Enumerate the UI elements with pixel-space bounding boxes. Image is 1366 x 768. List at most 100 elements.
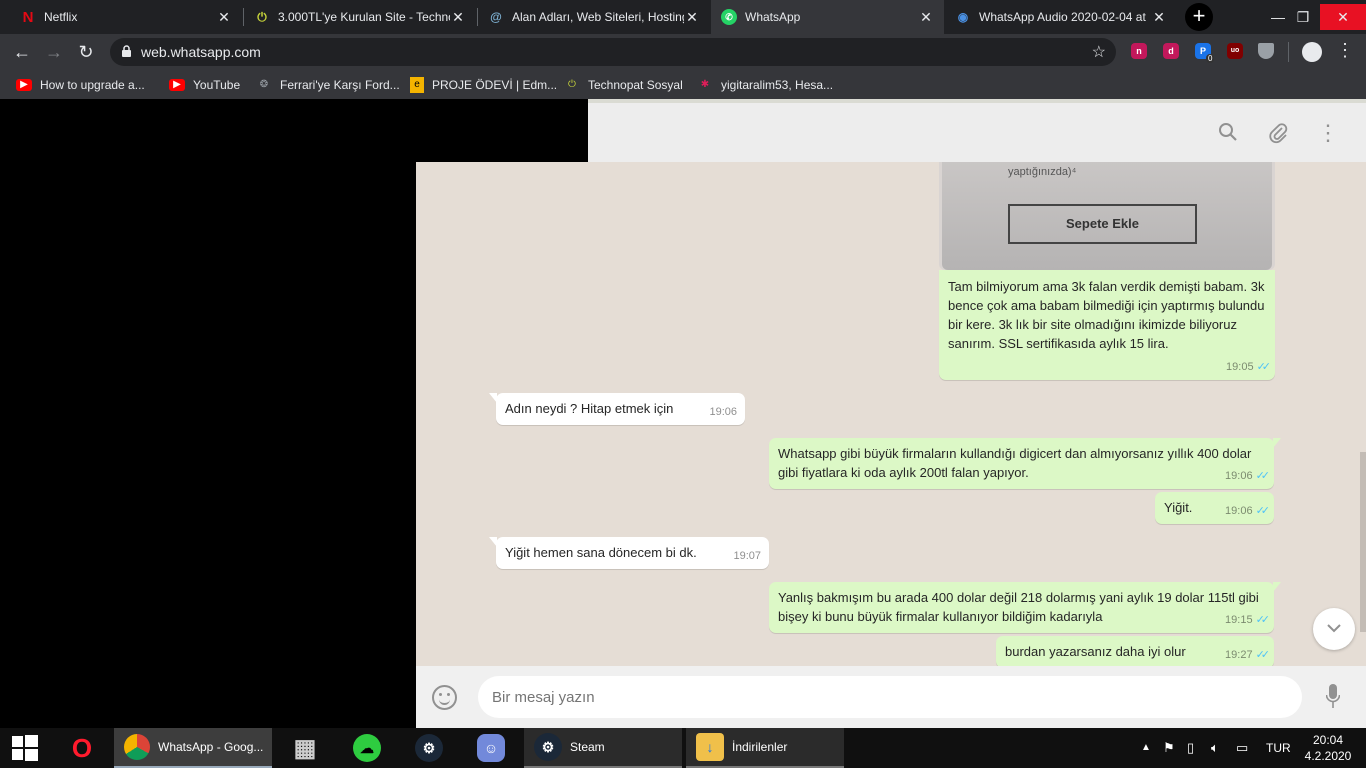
tab-hosting[interactable]: @ Alan Adları, Web Siteleri, Hosting ✕: [478, 0, 710, 34]
close-icon[interactable]: ✕: [918, 9, 934, 26]
system-clock[interactable]: 20:04 4.2.2020: [1298, 732, 1358, 764]
flag-icon[interactable]: ⚑: [1163, 740, 1175, 756]
discord-icon: ☺: [477, 734, 505, 762]
message-incoming[interactable]: Adın neydi ? Hitap etmek için 19:06: [489, 393, 745, 425]
chat-list-pane-top: [416, 99, 588, 162]
bookmark-item[interactable]: ⏻ Technopat Sosyal: [564, 70, 683, 99]
read-receipt-icon: ✓✓: [1255, 649, 1271, 661]
image-message[interactable]: yaptığınızda)⁴ Sepete Ekle: [939, 162, 1275, 270]
bookmark-label: PROJE ÖDEVİ | Edm...: [432, 77, 558, 92]
taskbar-label: WhatsApp - Goog...: [158, 740, 264, 754]
tab-title: Alan Adları, Web Siteleri, Hosting: [512, 10, 684, 24]
taskbar-app[interactable]: ▦: [282, 728, 328, 768]
bookmark-star-icon[interactable]: ☆: [1092, 42, 1106, 62]
message-text: Yiğit hemen sana dönecem bi dk.: [505, 545, 697, 560]
new-tab-button[interactable]: +: [1185, 3, 1213, 31]
building-icon: ▦: [293, 734, 317, 762]
chat-menu-icon[interactable]: ⋮: [1317, 122, 1339, 144]
message-text: Whatsapp gibi büyük firmaların kullandığ…: [778, 446, 1252, 480]
taskbar-downloads-window[interactable]: ↓ İndirilenler: [686, 728, 844, 768]
bubble-tail: [1273, 438, 1281, 448]
back-icon[interactable]: ←: [9, 39, 35, 65]
message-outgoing[interactable]: Whatsapp gibi büyük firmaların kullandığ…: [769, 438, 1281, 489]
scroll-to-bottom-button[interactable]: [1313, 608, 1355, 650]
tab-title: 3.000TL'ye Kurulan Site - Techno: [278, 10, 450, 24]
bookmark-item[interactable]: ❂ Ferrari'ye Karşı Ford...: [256, 70, 400, 99]
forward-icon[interactable]: →: [41, 39, 67, 65]
close-icon[interactable]: ✕: [684, 9, 700, 26]
taskbar-app[interactable]: ☁: [344, 728, 390, 768]
clock-time: 20:04: [1312, 733, 1344, 747]
close-icon[interactable]: ✕: [450, 9, 466, 26]
taskbar-steam[interactable]: ⚙: [406, 728, 452, 768]
message-meta: 19:06: [709, 403, 737, 422]
bookmark-item[interactable]: ✱ yigitaralim53, Hesa...: [697, 70, 833, 99]
close-icon[interactable]: ✕: [1151, 9, 1167, 26]
tab-technopat[interactable]: ⏻ 3.000TL'ye Kurulan Site - Techno ✕: [244, 0, 476, 34]
ublock-icon[interactable]: uo: [1227, 43, 1243, 59]
bookmark-item[interactable]: ▶ YouTube: [169, 70, 240, 99]
extension-icon[interactable]: d: [1163, 43, 1179, 59]
browser-menu-icon[interactable]: ⋮: [1336, 40, 1354, 61]
bookmark-label: Technopat Sosyal: [588, 77, 683, 92]
steam-icon: ⚙: [534, 733, 562, 761]
browser-toolbar: ← → ↻ web.whatsapp.com ☆ n d P 0 uo ⋮: [0, 34, 1366, 70]
message-outgoing[interactable]: Yiğit. 19:06 ✓✓: [1155, 492, 1274, 524]
battery-icon[interactable]: ▯: [1187, 740, 1194, 756]
bookmarks-bar: ▶ How to upgrade a... ▶ YouTube ❂ Ferrar…: [0, 70, 1366, 99]
message-input[interactable]: [478, 676, 1302, 718]
tab-whatsapp[interactable]: ✆ WhatsApp ✕: [711, 0, 944, 34]
slack-icon: ✱: [700, 79, 710, 90]
microphone-icon[interactable]: [1326, 684, 1340, 710]
start-button[interactable]: [0, 728, 50, 768]
tab-title: Netflix: [44, 10, 78, 24]
bookmark-item[interactable]: e PROJE ÖDEVİ | Edm...: [410, 70, 557, 99]
message-time: 19:05: [1226, 361, 1254, 373]
tab-audio[interactable]: ◉ WhatsApp Audio 2020-02-04 at ✕: [945, 0, 1177, 34]
youtube-icon: ▶: [16, 78, 32, 91]
network-icon[interactable]: ▭: [1236, 740, 1248, 756]
volume-icon[interactable]: 🔈︎: [1211, 740, 1219, 756]
read-receipt-icon: ✓✓: [1256, 361, 1272, 373]
image-thumbnail[interactable]: yaptığınızda)⁴ Sepete Ekle: [942, 162, 1272, 270]
address-bar[interactable]: web.whatsapp.com ☆: [110, 38, 1116, 66]
message-outgoing[interactable]: burdan yazarsanız daha iyi olur 19:27 ✓✓: [996, 636, 1274, 666]
taskbar-label: İndirilenler: [732, 740, 788, 754]
steam-icon: ⚙: [415, 734, 443, 762]
scrollbar[interactable]: [1360, 452, 1366, 632]
taskbar-steam-window[interactable]: ⚙ Steam: [524, 728, 682, 768]
search-icon[interactable]: [1217, 122, 1239, 144]
chevron-down-icon: [1327, 624, 1341, 633]
bubble-tail: [489, 393, 497, 403]
message-incoming[interactable]: Yiğit hemen sana dönecem bi dk. 19:07: [489, 537, 769, 569]
tab-netflix[interactable]: N Netflix ✕: [10, 0, 242, 34]
chat-list-pane: [0, 99, 416, 728]
tray-expand-icon[interactable]: ▲: [1141, 742, 1151, 753]
message-time: 19:06: [1225, 470, 1253, 482]
window-close-button[interactable]: ✕: [1320, 4, 1366, 30]
message-text: Yiğit.: [1164, 500, 1193, 515]
close-icon[interactable]: ✕: [216, 9, 232, 26]
emoji-icon[interactable]: [432, 685, 457, 710]
hosting-icon: @: [490, 10, 502, 24]
message-outgoing[interactable]: Tam bilmiyorum ama 3k falan verdik demiş…: [939, 270, 1275, 380]
bookmark-item[interactable]: ▶ How to upgrade a...: [16, 70, 145, 99]
extension-badge: 0: [1206, 54, 1215, 63]
taskbar-chrome[interactable]: WhatsApp - Goog...: [114, 728, 272, 768]
image-text: yaptığınızda)⁴: [1008, 166, 1077, 178]
message-meta: 19:07: [733, 547, 761, 566]
reload-icon[interactable]: ↻: [73, 39, 99, 65]
profile-avatar-icon[interactable]: [1302, 42, 1322, 62]
shield-icon[interactable]: [1258, 43, 1274, 59]
taskbar-opera[interactable]: O: [58, 728, 106, 768]
extension-icon[interactable]: n: [1131, 43, 1147, 59]
read-receipt-icon: ✓✓: [1255, 614, 1271, 626]
clock-date: 4.2.2020: [1304, 749, 1352, 763]
message-time: 19:06: [709, 406, 737, 418]
language-indicator[interactable]: TUR: [1266, 741, 1291, 755]
message-time: 19:06: [1225, 505, 1253, 517]
attach-icon[interactable]: [1267, 122, 1289, 144]
message-meta: 19:15 ✓✓: [1225, 611, 1271, 630]
taskbar-discord[interactable]: ☺: [468, 728, 514, 768]
message-outgoing[interactable]: Yanlış bakmışım bu arada 400 dolar değil…: [769, 582, 1281, 633]
